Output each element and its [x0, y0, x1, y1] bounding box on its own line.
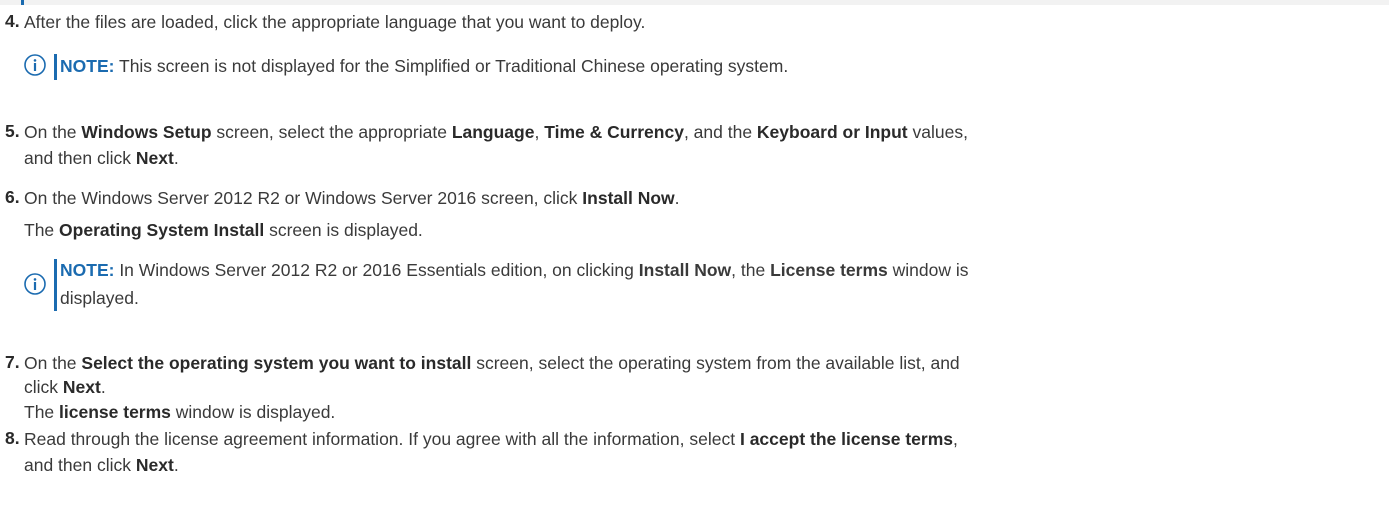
step-number: 4. — [5, 11, 20, 31]
step-number: 5. — [5, 121, 20, 141]
previous-note-bar — [21, 0, 24, 5]
previous-note-band — [0, 0, 1389, 5]
step-number: 6. — [5, 187, 20, 207]
note-box: NOTE: This screen is not displayed for t… — [24, 54, 1364, 80]
step-text-line-1: Read through the license agreement infor… — [24, 429, 958, 449]
note-text: NOTE: This screen is not displayed for t… — [60, 56, 789, 76]
step-text-line-1: On the Select the operating system you w… — [24, 353, 960, 373]
note-text-line-1: NOTE: In Windows Server 2012 R2 or 2016 … — [60, 260, 969, 280]
step-number: 8. — [5, 428, 20, 448]
note-box: NOTE: In Windows Server 2012 R2 or 2016 … — [24, 259, 1364, 311]
step-text: After the files are loaded, click the ap… — [24, 12, 646, 32]
step-text-line-2: and then click Next. — [24, 455, 179, 475]
note-bar — [54, 259, 57, 311]
step-text-line-1: On the Windows Server 2012 R2 or Windows… — [24, 188, 680, 208]
step-number: 7. — [5, 352, 20, 372]
step-text-line-2: and then click Next. — [24, 148, 179, 168]
info-circle-icon — [24, 273, 46, 295]
info-circle-icon — [24, 54, 46, 76]
note-bar — [54, 54, 57, 80]
step-result: The license terms window is displayed. — [24, 402, 336, 422]
step-result: The Operating System Install screen is d… — [24, 220, 423, 240]
note-text-line-2: displayed. — [60, 288, 139, 308]
step-text-line-2: click Next. — [24, 377, 106, 397]
step-text-line-1: On the Windows Setup screen, select the … — [24, 122, 968, 142]
